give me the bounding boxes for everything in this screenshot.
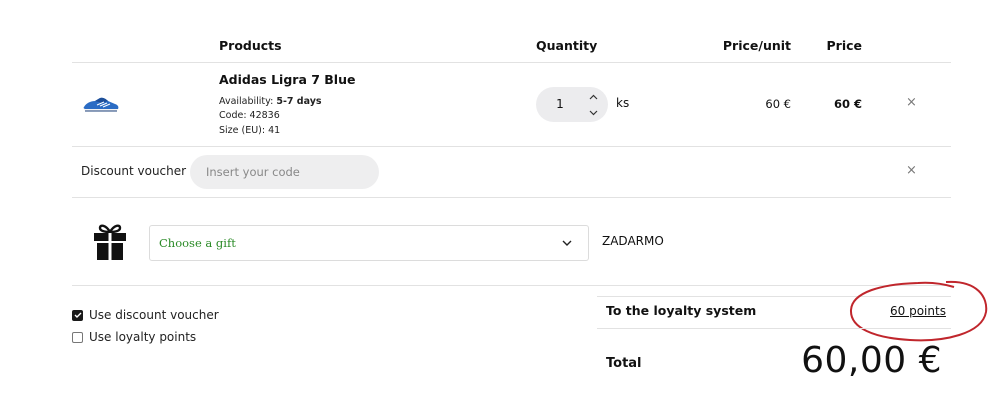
loyalty-label: To the loyalty system [606,303,757,318]
header-quantity: Quantity [536,38,598,53]
total-value: 60,00 € [801,340,942,381]
highlight-circle [849,280,988,342]
voucher-label: Discount voucher [81,164,187,178]
remove-voucher-button[interactable]: × [906,164,917,177]
divider [72,197,951,198]
header-products: Products [219,38,282,53]
quantity-increase-button[interactable] [586,91,600,103]
quantity-value[interactable]: 1 [536,97,584,111]
quantity-stepper[interactable]: 1 [536,87,608,122]
chevron-down-icon [589,110,597,116]
total-label: Total [606,356,642,371]
checkbox-unchecked-icon[interactable] [72,331,83,343]
product-image[interactable] [82,92,120,114]
checkbox-checked-icon[interactable] [72,309,83,321]
header-price: Price [826,38,863,53]
quantity-unit: ks [616,96,630,110]
product-price: 60 € [833,97,862,111]
product-code: Code: 42836 [219,110,280,121]
chevron-down-icon [562,240,572,246]
gift-select[interactable]: Choose a gift [149,225,589,261]
header-price-unit: Price/unit [722,38,791,53]
use-points-label: Use loyalty points [89,330,197,344]
use-voucher-checkbox[interactable]: Use discount voucher [72,308,219,322]
divider [597,328,951,329]
product-availability: Availability: 5-7 days [219,96,322,107]
use-voucher-label: Use discount voucher [89,308,219,322]
product-name[interactable]: Adidas Ligra 7 Blue [219,72,355,87]
divider [72,62,951,63]
remove-product-button[interactable]: × [906,96,917,109]
chevron-up-icon [589,94,597,100]
voucher-code-input[interactable] [190,155,379,189]
divider [72,146,951,147]
availability-label: Availability: [219,96,274,107]
gift-price: ZADARMO [602,234,664,248]
availability-value: 5-7 days [276,96,322,107]
product-price-unit: 60 € [765,97,791,111]
divider [72,285,951,286]
gift-icon [92,222,128,262]
use-points-checkbox[interactable]: Use loyalty points [72,330,196,344]
quantity-decrease-button[interactable] [586,107,600,119]
product-size: Size (EU): 41 [219,125,281,136]
gift-select-value: Choose a gift [159,236,236,250]
